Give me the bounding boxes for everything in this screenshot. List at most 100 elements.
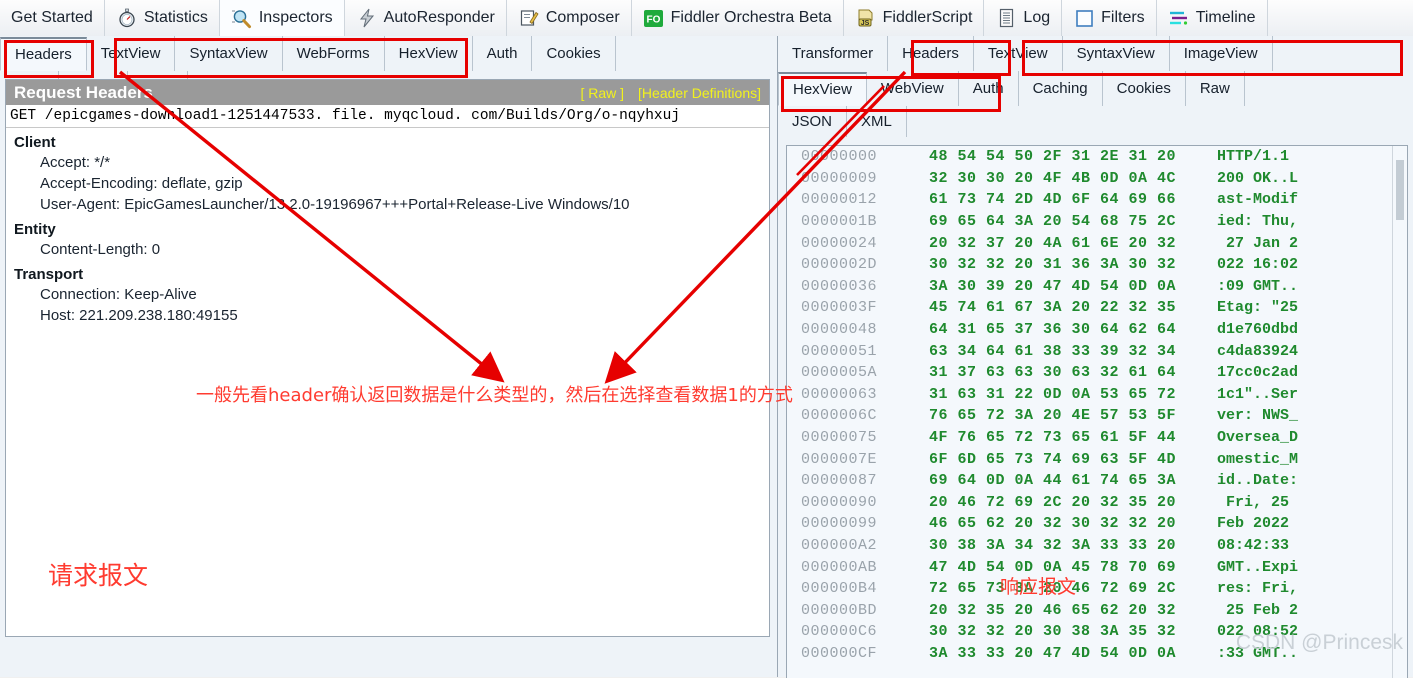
response-tab-caching[interactable]: Caching bbox=[1019, 71, 1103, 106]
tab-label: TextView bbox=[100, 45, 161, 62]
hex-row[interactable]: 00000048 64 31 65 37 36 30 64 62 64 d1e760… bbox=[787, 319, 1407, 341]
response-tab-raw[interactable]: Raw bbox=[1186, 71, 1245, 106]
hex-row[interactable]: 0000006C 76 65 72 3A 20 4E 57 53 5F ver: N… bbox=[787, 405, 1407, 427]
hex-bytes: 69 64 0D 0A 44 61 74 65 3A bbox=[929, 472, 1177, 490]
response-tab-cookies[interactable]: Cookies bbox=[1103, 71, 1186, 106]
hex-ascii: 25 Feb 2 bbox=[1217, 601, 1299, 619]
toolbar-tab-statistics[interactable]: Statistics bbox=[105, 0, 220, 36]
hex-row[interactable]: 0000003F 45 74 61 67 3A 20 22 32 35 Etag: … bbox=[787, 297, 1407, 319]
hex-row[interactable]: 00000075 4F 76 65 72 73 65 61 5F 44 Overse… bbox=[787, 427, 1407, 449]
toolbar-tab-filters[interactable]: Filters bbox=[1062, 0, 1157, 36]
request-tab-headers[interactable]: Headers bbox=[0, 37, 87, 71]
header-item: Content-Length: 0 bbox=[40, 241, 161, 258]
response-tab-hexview[interactable]: HexView bbox=[778, 72, 867, 106]
tab-label: ImageView bbox=[1183, 45, 1258, 62]
svg-text:FO: FO bbox=[647, 14, 661, 25]
hex-row[interactable]: 00000090 20 46 72 69 2C 20 32 35 20 Fri, … bbox=[787, 492, 1407, 514]
toolbar-tab-label: Statistics bbox=[143, 9, 208, 26]
hex-row[interactable]: 000000C6 30 32 32 20 30 38 3A 35 32 022 08… bbox=[787, 621, 1407, 643]
toolbar-tab-timeline[interactable]: Timeline bbox=[1157, 0, 1268, 36]
hex-row[interactable]: 000000A2 30 38 3A 34 32 3A 33 33 20 08:42:… bbox=[787, 535, 1407, 557]
tab-label: WebForms bbox=[296, 45, 370, 62]
hex-scrollbar-thumb[interactable] bbox=[1396, 160, 1404, 220]
hex-row[interactable]: 0000002D 30 32 32 20 31 36 3A 30 32 022 16… bbox=[787, 254, 1407, 276]
hex-row-list: 00000000 48 54 54 50 2F 31 2E 31 20 HTTP/1… bbox=[787, 146, 1407, 664]
hex-bytes: 31 37 63 63 30 63 32 61 64 bbox=[929, 364, 1177, 382]
request-tab-cookies[interactable]: Cookies bbox=[532, 36, 616, 71]
toolbar-tab-log[interactable]: Log bbox=[984, 0, 1063, 36]
hex-offset: 0000003F bbox=[801, 299, 878, 317]
hex-row[interactable]: 0000005A 31 37 63 63 30 63 32 61 64 17cc0c… bbox=[787, 362, 1407, 384]
hex-ascii: ied: Thu, bbox=[1217, 213, 1299, 231]
hex-offset: 0000006C bbox=[801, 407, 878, 425]
request-tab-syntaxview[interactable]: SyntaxView bbox=[175, 36, 283, 71]
hex-offset: 000000CF bbox=[801, 644, 878, 662]
hex-offset: 0000007E bbox=[801, 450, 878, 468]
hex-offset: 000000C6 bbox=[801, 623, 878, 641]
hex-bytes: 30 32 32 20 31 36 3A 30 32 bbox=[929, 256, 1177, 274]
response-tab-webview[interactable]: WebView bbox=[867, 71, 959, 106]
toolbar-tab-composer[interactable]: Composer bbox=[507, 0, 632, 36]
header-item: Connection: Keep-Alive bbox=[40, 286, 197, 303]
hex-row[interactable]: 00000012 61 73 74 2D 4D 6F 64 69 66 ast-Mo… bbox=[787, 189, 1407, 211]
hex-offset: 00000099 bbox=[801, 515, 878, 533]
hex-ascii: 08:42:33 bbox=[1217, 536, 1299, 554]
hex-offset: 0000001B bbox=[801, 213, 878, 231]
response-tab-headers[interactable]: Headers bbox=[888, 36, 974, 71]
header-group-client: Client bbox=[14, 134, 56, 151]
hex-row[interactable]: 00000036 3A 30 39 20 47 4D 54 0D 0A:09 GM… bbox=[787, 276, 1407, 298]
hex-row[interactable]: 0000007E 6F 6D 65 73 74 69 63 5F 4D omesti… bbox=[787, 448, 1407, 470]
hex-row[interactable]: 000000CF 3A 33 33 20 47 4D 54 0D 0A:33 GM… bbox=[787, 643, 1407, 665]
hex-row[interactable]: 00000051 63 34 64 61 38 33 39 32 34 c4da83… bbox=[787, 340, 1407, 362]
hex-offset: 00000087 bbox=[801, 472, 878, 490]
hex-ascii: res: Fri, bbox=[1217, 580, 1299, 598]
raw-link[interactable]: [ Raw ] bbox=[580, 85, 624, 101]
request-tab-hexview[interactable]: HexView bbox=[385, 36, 473, 71]
toolbar-tab-get-started[interactable]: Get Started bbox=[0, 0, 105, 36]
response-tab-auth[interactable]: Auth bbox=[959, 71, 1019, 106]
hex-row[interactable]: 00000024 20 32 37 20 4A 61 6E 20 32 27 Ja… bbox=[787, 232, 1407, 254]
tab-label: TextView bbox=[987, 45, 1048, 62]
response-tab-imageview[interactable]: ImageView bbox=[1170, 36, 1273, 71]
toolbar-tab-inspectors[interactable]: Inspectors bbox=[219, 0, 345, 36]
toolbar-tab-fiddler-orchestra[interactable]: FO Fiddler Orchestra Beta bbox=[632, 0, 844, 36]
hex-row[interactable]: 00000000 48 54 54 50 2F 31 2E 31 20 HTTP/1… bbox=[787, 146, 1407, 168]
request-tab-auth[interactable]: Auth bbox=[473, 36, 533, 71]
hex-row[interactable]: 00000099 46 65 62 20 32 30 32 32 20 Feb 20… bbox=[787, 513, 1407, 535]
hex-bytes: 3A 33 33 20 47 4D 54 0D 0A bbox=[929, 644, 1177, 662]
toolbar-tab-fiddlerscript[interactable]: JS FiddlerScript bbox=[844, 0, 985, 36]
hex-bytes: 76 65 72 3A 20 4E 57 53 5F bbox=[929, 407, 1177, 425]
tab-label: Cookies bbox=[546, 45, 601, 62]
filter-icon bbox=[1073, 7, 1095, 29]
tab-label: HexView bbox=[398, 45, 458, 62]
hex-row[interactable]: 0000001B 69 65 64 3A 20 54 68 75 2C ied: T… bbox=[787, 211, 1407, 233]
hex-row[interactable]: 000000AB 47 4D 54 0D 0A 45 78 70 69 GMT..E… bbox=[787, 556, 1407, 578]
hex-view[interactable]: 00000000 48 54 54 50 2F 31 2E 31 20 HTTP/1… bbox=[786, 145, 1408, 678]
request-tab-textview[interactable]: TextView bbox=[87, 36, 176, 71]
hex-row[interactable]: 00000009 32 30 30 20 4F 4B 0D 0A 4C 200 OK… bbox=[787, 168, 1407, 190]
response-tab-transformer[interactable]: Transformer bbox=[778, 36, 889, 71]
fo-icon: FO bbox=[643, 7, 665, 29]
request-tab-webforms[interactable]: WebForms bbox=[283, 36, 385, 71]
hex-row[interactable]: 000000B4 72 65 73 3A 20 46 72 69 2C res: F… bbox=[787, 578, 1407, 600]
response-tab-textview[interactable]: TextView bbox=[974, 36, 1063, 71]
hex-offset: 00000036 bbox=[801, 277, 878, 295]
hex-row[interactable]: 00000087 69 64 0D 0A 44 61 74 65 3A id..Da… bbox=[787, 470, 1407, 492]
response-tab-xml[interactable]: XML bbox=[847, 106, 907, 137]
hex-ascii: Fri, 25 bbox=[1217, 493, 1299, 511]
hex-scrollbar[interactable] bbox=[1392, 146, 1407, 678]
toolbar-tab-autoresponder[interactable]: AutoResponder bbox=[345, 0, 507, 36]
hex-bytes: 32 30 30 20 4F 4B 0D 0A 4C bbox=[929, 169, 1177, 187]
toolbar-tab-label: Inspectors bbox=[258, 9, 333, 26]
response-tab-syntaxview[interactable]: SyntaxView bbox=[1063, 36, 1170, 71]
tab-label: XML bbox=[861, 113, 892, 130]
hex-row[interactable]: 000000BD 20 32 35 20 46 65 62 20 32 25 Fe… bbox=[787, 599, 1407, 621]
hex-bytes: 30 32 32 20 30 38 3A 35 32 bbox=[929, 623, 1177, 641]
response-tab-json[interactable]: JSON bbox=[778, 106, 848, 137]
hex-row[interactable]: 00000063 31 63 31 22 0D 0A 53 65 72 1c1"..… bbox=[787, 384, 1407, 406]
hex-bytes: 3A 30 39 20 47 4D 54 0D 0A bbox=[929, 277, 1177, 295]
header-definitions-link[interactable]: [Header Definitions] bbox=[638, 85, 761, 101]
hex-bytes: 20 46 72 69 2C 20 32 35 20 bbox=[929, 493, 1177, 511]
hex-ascii: 022 16:02 bbox=[1217, 256, 1299, 274]
request-line: GET /epicgames-download1-1251447533. fil… bbox=[6, 105, 769, 128]
